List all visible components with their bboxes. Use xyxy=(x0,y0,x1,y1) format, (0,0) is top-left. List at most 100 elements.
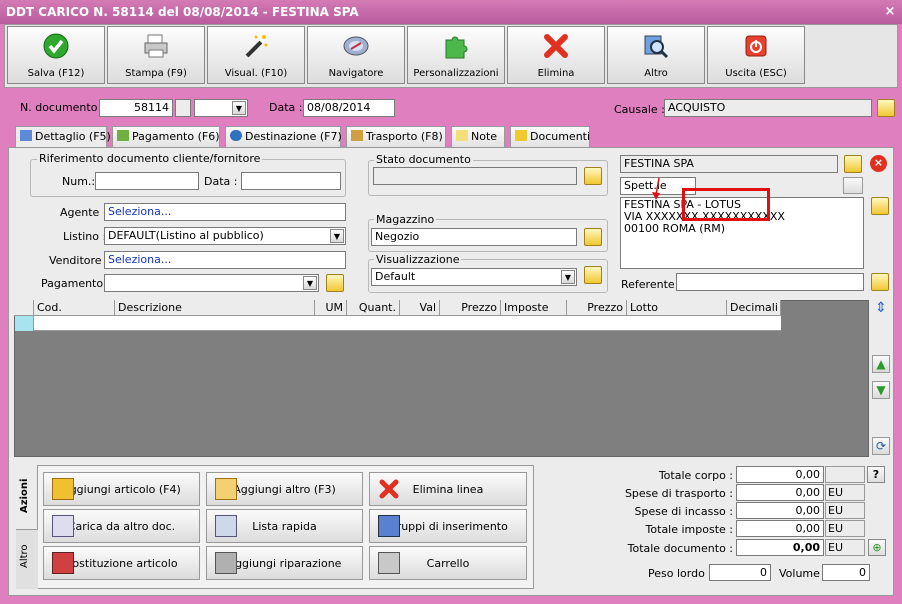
help-button[interactable]: ? xyxy=(867,466,885,483)
venditore-field[interactable]: Seleziona... xyxy=(104,251,346,269)
delete-button[interactable]: Elimina xyxy=(507,26,605,84)
delete-x-icon xyxy=(379,479,399,499)
globe-icon xyxy=(230,130,242,141)
pagamento-select[interactable]: ▼ xyxy=(104,274,319,292)
grid-column-header[interactable]: Val xyxy=(400,300,440,316)
doc-number-suffix[interactable] xyxy=(175,99,191,117)
view-title: Visualizzazione xyxy=(374,253,462,266)
folder-icon[interactable] xyxy=(871,273,889,291)
move-updown-icon[interactable]: ⇕ xyxy=(874,300,888,320)
ref-date-field[interactable] xyxy=(241,172,341,190)
status-field[interactable] xyxy=(373,167,577,185)
volume-field[interactable]: 0 xyxy=(822,564,870,581)
listino-label: Listino : xyxy=(63,230,107,243)
delete-x-icon xyxy=(544,34,568,58)
customize-button[interactable]: Personalizzazioni xyxy=(407,26,505,84)
view-select[interactable]: Default ▼ xyxy=(371,268,577,286)
grid-column-header[interactable]: Decimali xyxy=(727,300,781,316)
transport-cost-field[interactable]: 0,00 xyxy=(736,484,824,501)
agente-label: Agente : xyxy=(60,206,107,219)
delete-line-button[interactable]: Elimina linea xyxy=(369,472,527,506)
print-button[interactable]: Stampa (F9) xyxy=(107,26,205,84)
agente-field[interactable]: Seleziona... xyxy=(104,203,346,221)
folder-icon[interactable] xyxy=(871,197,889,215)
reference-title: Riferimento documento cliente/fornitore xyxy=(37,152,263,165)
folder-icon[interactable] xyxy=(584,167,602,185)
ref-num-field[interactable] xyxy=(95,172,199,190)
zoom-icon[interactable]: ⊕ xyxy=(868,539,886,556)
grid-add-icon xyxy=(215,478,237,500)
total-tax-field[interactable]: 0,00 xyxy=(736,520,824,537)
add-repair-button[interactable]: Aggiungi riparazione xyxy=(206,546,363,580)
collection-cost-field[interactable]: 0,00 xyxy=(736,502,824,519)
total-body-field[interactable]: 0,00 xyxy=(736,466,824,483)
folder-icon[interactable] xyxy=(326,274,344,292)
tab-altro[interactable]: Altro xyxy=(16,529,38,589)
move-up-icon[interactable]: ▲ xyxy=(872,355,890,373)
currency-label: EU xyxy=(825,520,865,537)
tab-documenti[interactable]: Documenti xyxy=(510,126,590,147)
folder-icon[interactable] xyxy=(877,99,895,117)
grid-column-header[interactable]: UM xyxy=(315,300,347,316)
list-add-icon xyxy=(215,515,237,537)
close-button[interactable]: × xyxy=(882,4,898,20)
cart-button[interactable]: Carrello xyxy=(369,546,527,580)
magic-wand-icon xyxy=(245,35,268,58)
exit-button[interactable]: Uscita (ESC) xyxy=(707,26,805,84)
refresh-icon[interactable]: ⟳ xyxy=(872,437,890,455)
grid-column-header[interactable]: Descrizione xyxy=(115,300,315,316)
replace-article-button[interactable]: Sostituzione articolo xyxy=(43,546,200,580)
tab-dettaglio[interactable]: Dettaglio (F5) xyxy=(15,126,111,148)
box-add-icon xyxy=(52,478,74,500)
add-article-button[interactable]: Aggiungi articolo (F4) xyxy=(43,472,200,506)
navigator-button[interactable]: Navigatore xyxy=(307,26,405,84)
row-indicator[interactable] xyxy=(15,316,34,331)
insert-groups-button[interactable]: Gruppi di inserimento xyxy=(369,509,527,543)
grid-column-header[interactable]: Prezzo xyxy=(440,300,501,316)
causale-field[interactable]: ACQUISTO xyxy=(664,99,872,117)
calendar-icon xyxy=(20,130,32,141)
series-select[interactable]: ▼ xyxy=(194,99,248,117)
total-label: Spese di incasso : xyxy=(634,505,733,518)
doc-number-label: N. documento : xyxy=(20,101,105,114)
chevron-down-icon: ▼ xyxy=(232,101,246,115)
tab-trasporto[interactable]: Trasporto (F8) xyxy=(346,126,446,147)
checklist-icon xyxy=(52,515,74,537)
table-row[interactable] xyxy=(15,316,781,331)
referente-field[interactable] xyxy=(676,273,864,291)
move-down-icon[interactable]: ▼ xyxy=(872,381,890,399)
folder-icon[interactable] xyxy=(584,228,602,246)
tab-pagamento[interactable]: Pagamento (F6) xyxy=(112,126,220,147)
preview-button[interactable]: Visual. (F10) xyxy=(207,26,305,84)
doc-number-field[interactable]: 58114 xyxy=(99,99,173,117)
tab-destinazione[interactable]: Destinazione (F7) xyxy=(225,126,342,147)
shapes-icon xyxy=(52,552,74,574)
customer-name-field[interactable]: FESTINA SPA xyxy=(620,155,838,173)
tab-azioni[interactable]: Azioni xyxy=(16,465,38,529)
folder-icon[interactable] xyxy=(844,155,862,173)
total-label: Spese di trasporto : xyxy=(624,487,733,500)
folder-icon[interactable] xyxy=(584,266,602,284)
printer-icon xyxy=(144,34,168,58)
wrench-icon xyxy=(215,552,237,574)
grid-column-header[interactable]: Cod. xyxy=(34,300,115,316)
weight-field[interactable]: 0 xyxy=(709,564,771,581)
add-other-button[interactable]: Aggiungi altro (F3) xyxy=(206,472,363,506)
total-document-field[interactable]: 0,00 xyxy=(736,539,824,556)
pagamento-label: Pagamento : xyxy=(41,277,111,290)
grid-column-header[interactable]: Lotto xyxy=(627,300,727,316)
tab-note[interactable]: Note xyxy=(451,126,505,147)
search-customer-icon[interactable] xyxy=(843,177,863,194)
volume-label: Volume : xyxy=(779,567,828,580)
save-button[interactable]: Salva (F12) xyxy=(7,26,105,84)
load-other-doc-button[interactable]: Carica da altro doc. xyxy=(43,509,200,543)
grid-column-header[interactable]: Prezzo xyxy=(567,300,627,316)
clear-customer-icon[interactable]: × xyxy=(870,155,887,172)
date-field[interactable]: 08/08/2014 xyxy=(303,99,395,117)
grid-column-header[interactable]: Imposte xyxy=(501,300,567,316)
more-button[interactable]: Altro xyxy=(607,26,705,84)
grid-column-header[interactable]: Quant. xyxy=(347,300,400,316)
listino-select[interactable]: DEFAULT(Listino al pubblico) ▼ xyxy=(104,227,346,245)
quick-list-button[interactable]: Lista rapida xyxy=(206,509,363,543)
warehouse-field[interactable]: Negozio xyxy=(371,228,577,246)
